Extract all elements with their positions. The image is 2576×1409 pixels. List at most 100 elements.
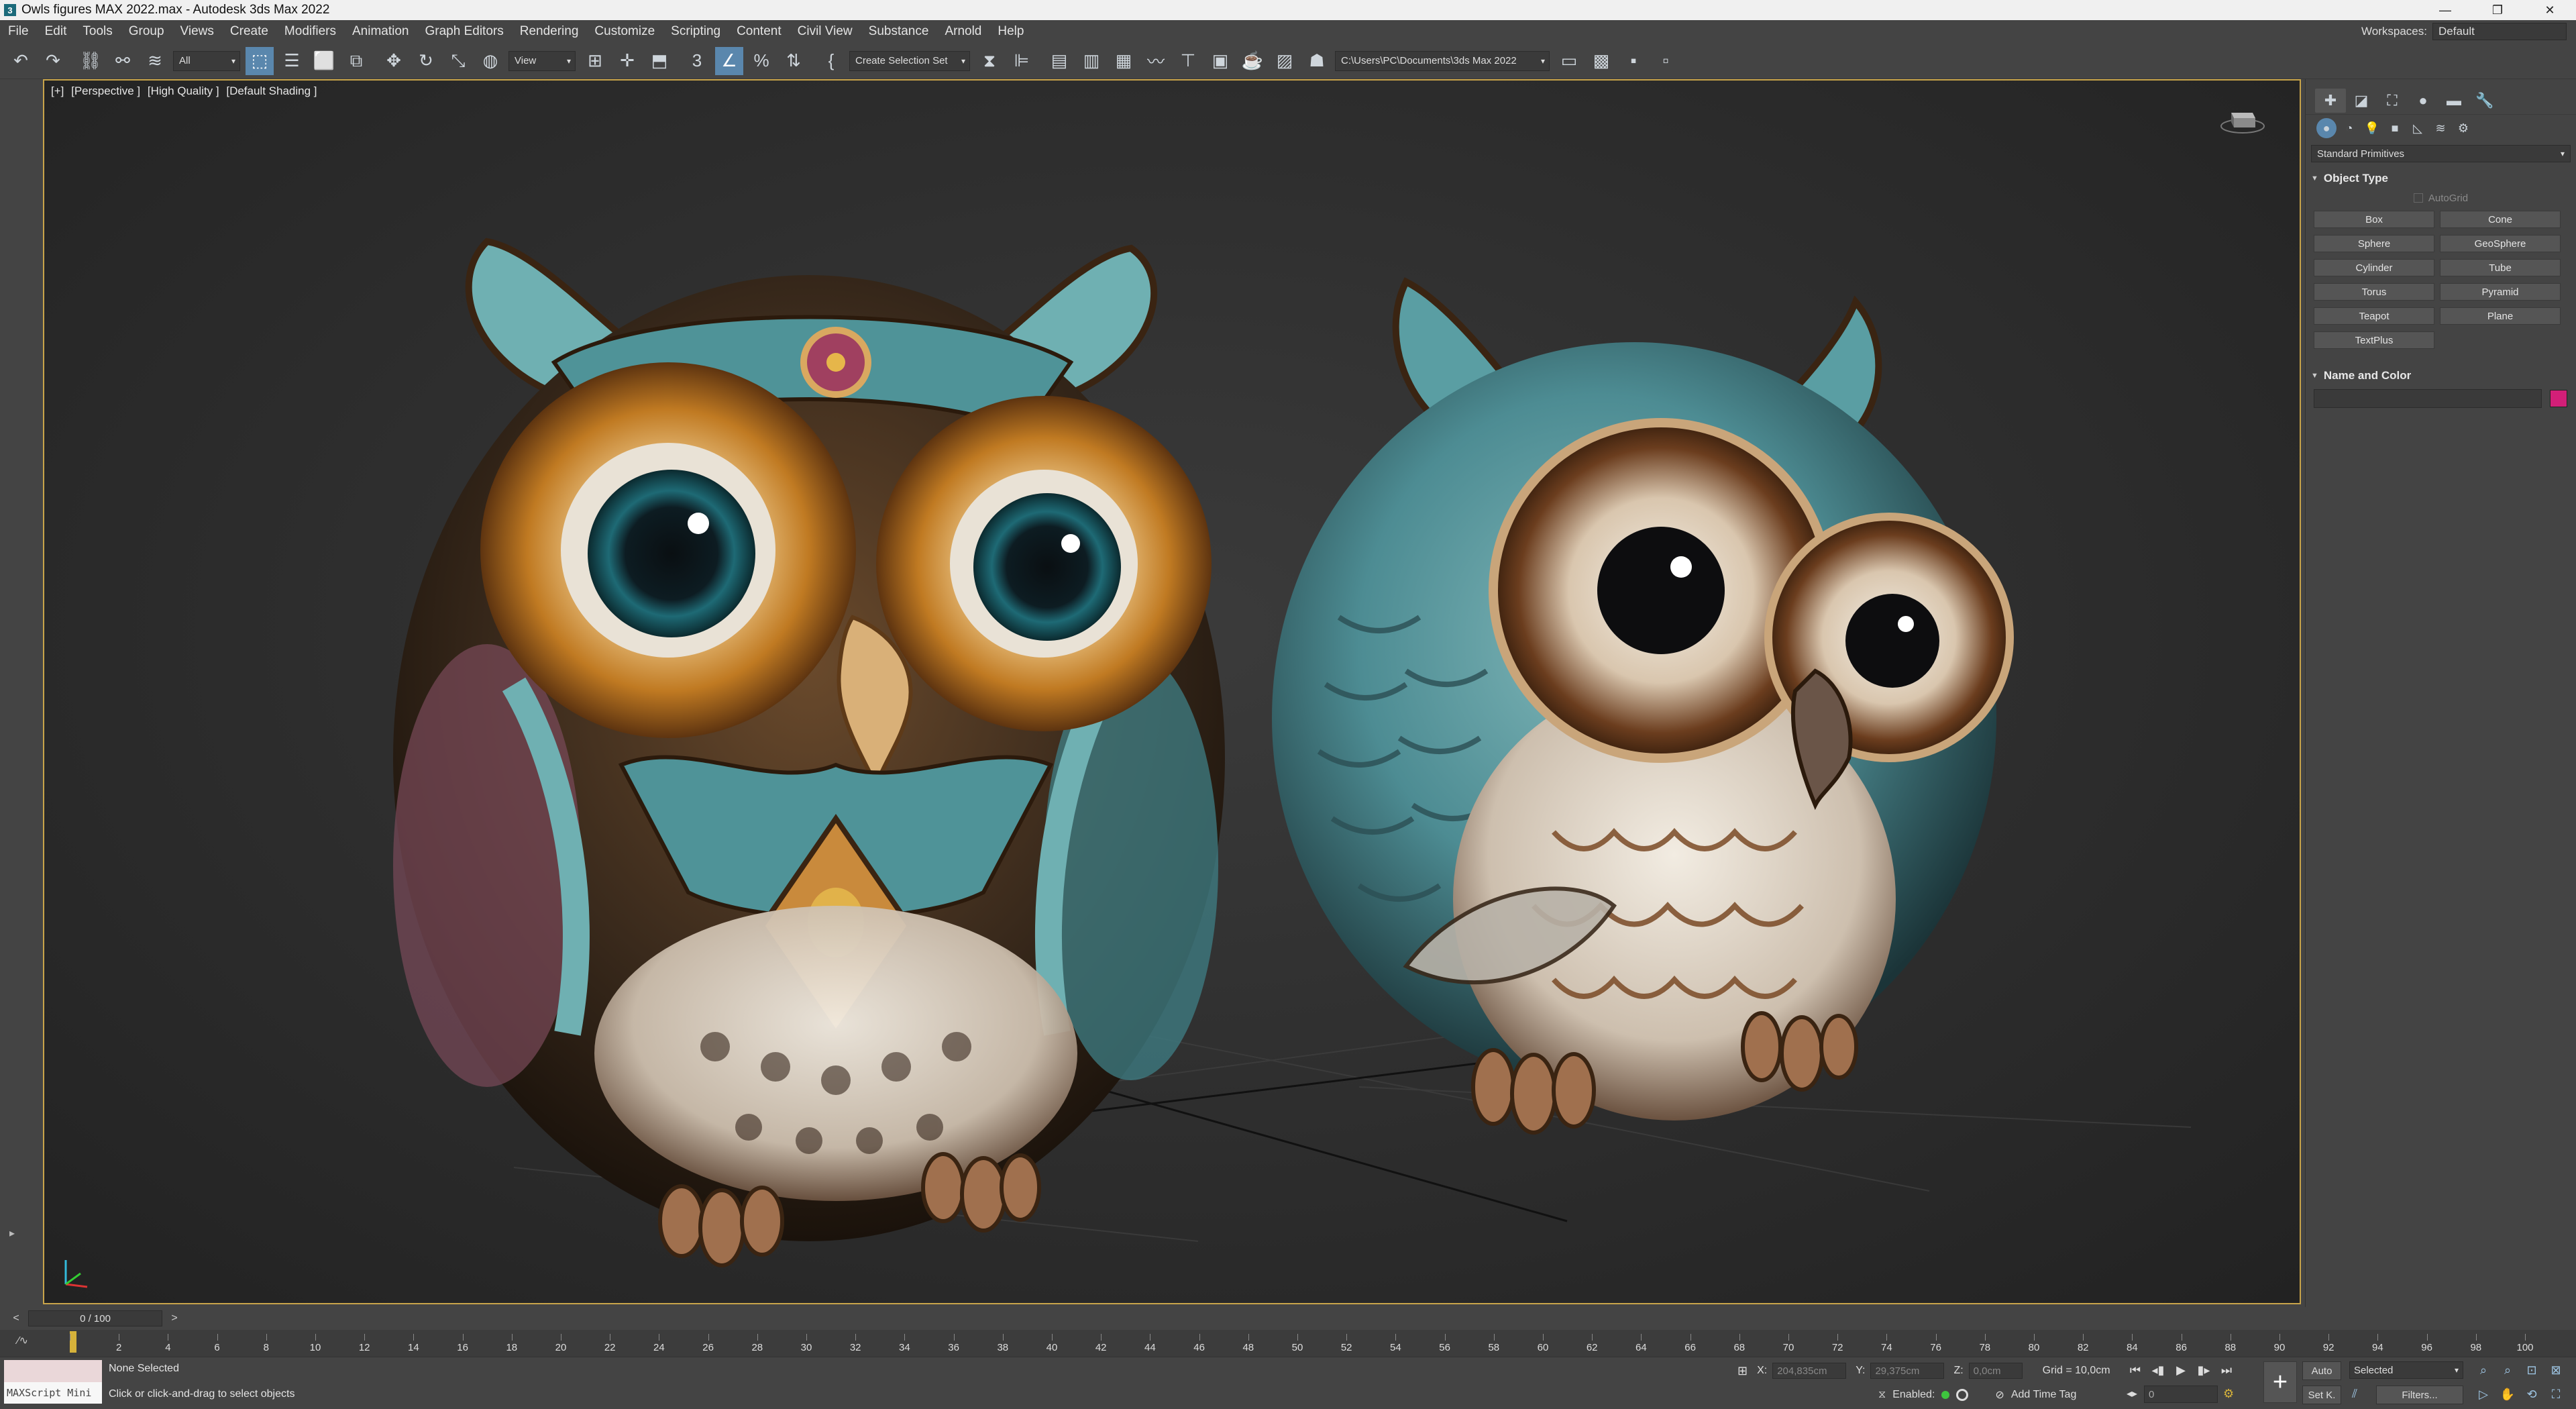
frame-ruler[interactable]: 2 4 6 8 10 12 14 16 18 20 22 24 26 28 30 32 34 36 38 40 42 44… (70, 1330, 2534, 1357)
percent-snap-icon[interactable]: % (747, 47, 775, 75)
render-icon[interactable]: ☗ (1303, 47, 1331, 75)
systems-icon[interactable]: ⚙ (2452, 117, 2475, 139)
sphere-button[interactable]: Sphere (2314, 235, 2434, 252)
snap-3d-icon[interactable]: 3 (683, 47, 711, 75)
menu-views[interactable]: Views (172, 20, 222, 43)
edit-named-selection-icon[interactable]: { (817, 47, 845, 75)
object-name-field[interactable] (2314, 389, 2542, 408)
scale-icon[interactable]: ⤡ (444, 47, 472, 75)
frame-spinner-icon[interactable]: ◂▸ (2127, 1387, 2137, 1400)
pivot-center-icon[interactable]: ⊞ (581, 47, 609, 75)
set-key-icon[interactable]: + (2263, 1361, 2297, 1403)
rotate-icon[interactable]: ↻ (412, 47, 440, 75)
viewport-menu-label[interactable]: [+] (51, 85, 64, 97)
spinner-snap-icon[interactable]: ⇅ (780, 47, 808, 75)
z-coordinate-field[interactable]: 0,0cm (1968, 1363, 2023, 1379)
workspaces-dropdown[interactable]: Default (2432, 23, 2567, 40)
unlink-icon[interactable]: ⚯ (109, 47, 137, 75)
modify-tab-icon[interactable]: ◪ (2346, 89, 2377, 113)
viewport-quality-label[interactable]: [High Quality ] (148, 85, 219, 97)
save-project-icon[interactable]: ▪ (1619, 47, 1648, 75)
align-icon[interactable]: ⊫ (1008, 47, 1036, 75)
spacewarps-icon[interactable]: ≋ (2429, 117, 2452, 139)
curve-editor-icon[interactable]: 〰 (1142, 47, 1170, 75)
next-frame-button[interactable]: > (168, 1311, 181, 1326)
ref-coord-dropdown[interactable]: View ▾ (508, 50, 576, 71)
go-to-start-icon[interactable]: ⏮ (2124, 1360, 2147, 1380)
time-slider-thumb[interactable]: 0 / 100 (28, 1310, 162, 1326)
previous-frame-icon[interactable]: ◂▮ (2147, 1360, 2169, 1380)
minimize-button[interactable]: — (2419, 0, 2471, 20)
rect-region-icon[interactable]: ⬜ (310, 47, 338, 75)
angle-snap-icon[interactable]: ∠ (715, 46, 743, 75)
menu-help[interactable]: Help (989, 20, 1032, 43)
ui-toggle-icon[interactable]: ▫ (1652, 47, 1680, 75)
menu-substance[interactable]: Substance (861, 20, 937, 43)
curve-editor-toggle-icon[interactable]: ⁄∿ (17, 1334, 28, 1347)
key-filter-dropdown[interactable]: Selected ▾ (2349, 1361, 2463, 1379)
menu-tools[interactable]: Tools (74, 20, 120, 43)
time-config-icon[interactable]: ⚙ (2223, 1387, 2234, 1401)
open-explorer-icon[interactable]: ▭ (1555, 47, 1583, 75)
selection-filter-dropdown[interactable]: All ▾ (173, 50, 240, 71)
maxscript-listener[interactable]: MAXScript Mini (4, 1360, 102, 1404)
autogrid-checkbox[interactable]: AutoGrid (2311, 188, 2571, 208)
object-type-rollout[interactable]: ▼ Object Type (2311, 169, 2571, 188)
tube-button[interactable]: Tube (2440, 259, 2561, 276)
menu-modifiers[interactable]: Modifiers (276, 20, 344, 43)
torus-button[interactable]: Torus (2314, 283, 2434, 301)
render-setup-icon[interactable]: ☕ (1238, 47, 1267, 75)
degradation-icon[interactable]: ⧖ (1878, 1389, 1886, 1401)
box-button[interactable]: Box (2314, 211, 2434, 228)
name-and-color-rollout[interactable]: ▼ Name and Color (2311, 366, 2571, 385)
schematic-view-icon[interactable]: ⊤ (1174, 47, 1202, 75)
keyboard-shortcut-icon[interactable]: ⬒ (645, 47, 674, 75)
project-folder-icon[interactable]: ▩ (1587, 47, 1615, 75)
utilities-tab-icon[interactable]: 🔧 (2469, 89, 2500, 113)
menu-arnold[interactable]: Arnold (936, 20, 989, 43)
viewport-shading-label[interactable]: [Default Shading ] (226, 85, 317, 97)
previous-frame-button[interactable]: < (9, 1311, 23, 1326)
menu-scripting[interactable]: Scripting (663, 20, 729, 43)
geometry-icon[interactable]: ● (2316, 118, 2337, 138)
display-tab-icon[interactable]: ▬ (2438, 89, 2469, 113)
teapot-button[interactable]: Teapot (2314, 307, 2434, 325)
menu-animation[interactable]: Animation (344, 20, 417, 43)
menu-group[interactable]: Group (121, 20, 172, 43)
material-editor-icon[interactable]: ▣ (1206, 47, 1234, 75)
pan-icon[interactable]: ✋ (2497, 1384, 2518, 1404)
menu-content[interactable]: Content (729, 20, 790, 43)
viewport-pov-label[interactable]: [Perspective ] (71, 85, 140, 97)
menu-edit[interactable]: Edit (37, 20, 75, 43)
move-icon[interactable]: ✥ (380, 47, 408, 75)
helpers-icon[interactable]: ◺ (2406, 117, 2429, 139)
zoom-extents-all-icon[interactable]: ⊠ (2545, 1360, 2567, 1380)
track-bar[interactable]: ⁄∿ 2 4 6 8 10 12 14 16 18 20 22 24 26 28 30 32 34 36 38 40 4… (0, 1330, 2576, 1357)
rendered-frame-icon[interactable]: ▨ (1271, 47, 1299, 75)
named-selection-dropdown[interactable]: Create Selection Set ▾ (849, 50, 970, 71)
add-time-tag-button[interactable]: Add Time Tag (2011, 1389, 2077, 1401)
textplus-button[interactable]: TextPlus (2314, 331, 2434, 349)
menu-graph-editors[interactable]: Graph Editors (417, 20, 512, 43)
viewcube-icon[interactable] (2219, 103, 2266, 137)
cameras-icon[interactable]: ■ (2383, 117, 2406, 139)
pyramid-button[interactable]: Pyramid (2440, 283, 2561, 301)
motion-tab-icon[interactable]: ● (2408, 89, 2438, 113)
object-color-swatch[interactable] (2550, 390, 2567, 407)
link-icon[interactable]: ⛓ (76, 47, 105, 75)
window-crossing-icon[interactable]: ⧉ (342, 47, 370, 75)
cone-button[interactable]: Cone (2440, 211, 2561, 228)
set-key-mode-button[interactable]: Set K. (2302, 1386, 2341, 1404)
key-mode-icon[interactable]: ⫽ (2352, 1387, 2357, 1401)
undo-icon[interactable]: ↶ (7, 47, 35, 75)
project-folder-dropdown[interactable]: C:\Users\PC\Documents\3ds Max 2022 ▾ (1335, 50, 1550, 71)
place-icon[interactable]: ◍ (476, 47, 504, 75)
select-object-icon[interactable]: ⬚ (246, 46, 274, 75)
maximize-viewport-icon[interactable]: ⛶ (2545, 1384, 2567, 1404)
isolate-toggle-icon[interactable] (1956, 1389, 1969, 1401)
current-frame-field[interactable]: 0 (2144, 1386, 2218, 1403)
select-manipulate-icon[interactable]: ✛ (613, 47, 641, 75)
redo-icon[interactable]: ↷ (39, 47, 67, 75)
menu-civil-view[interactable]: Civil View (790, 20, 861, 43)
y-coordinate-field[interactable]: 29,375cm (1870, 1363, 1945, 1379)
